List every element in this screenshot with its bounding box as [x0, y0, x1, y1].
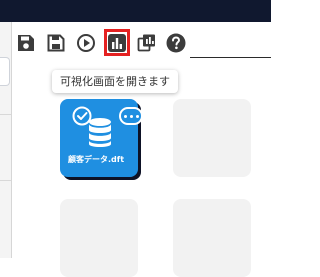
sidebar-tab[interactable]: [0, 57, 10, 86]
toolbar-underline: [190, 57, 271, 58]
empty-card[interactable]: [60, 199, 138, 277]
sidebar-divider: [0, 180, 11, 181]
highlight-box: [104, 29, 130, 56]
save-icon[interactable]: [16, 33, 36, 53]
sidebar: [0, 22, 12, 258]
empty-card[interactable]: [173, 199, 251, 277]
more-options-icon[interactable]: [119, 107, 143, 125]
database-icon: [89, 118, 111, 147]
help-icon[interactable]: [166, 33, 186, 53]
tooltip: 可視化画面を開きます: [52, 70, 178, 93]
sidebar-divider: [0, 114, 11, 115]
top-bar: [0, 0, 271, 22]
file-card-label: 顧客データ.dft: [68, 155, 125, 164]
save-as-icon[interactable]: [46, 33, 66, 53]
copy-icon[interactable]: [137, 33, 157, 53]
file-card-active[interactable]: 顧客データ.dft: [60, 99, 143, 177]
empty-card[interactable]: [173, 99, 251, 177]
run-icon[interactable]: [76, 33, 96, 53]
